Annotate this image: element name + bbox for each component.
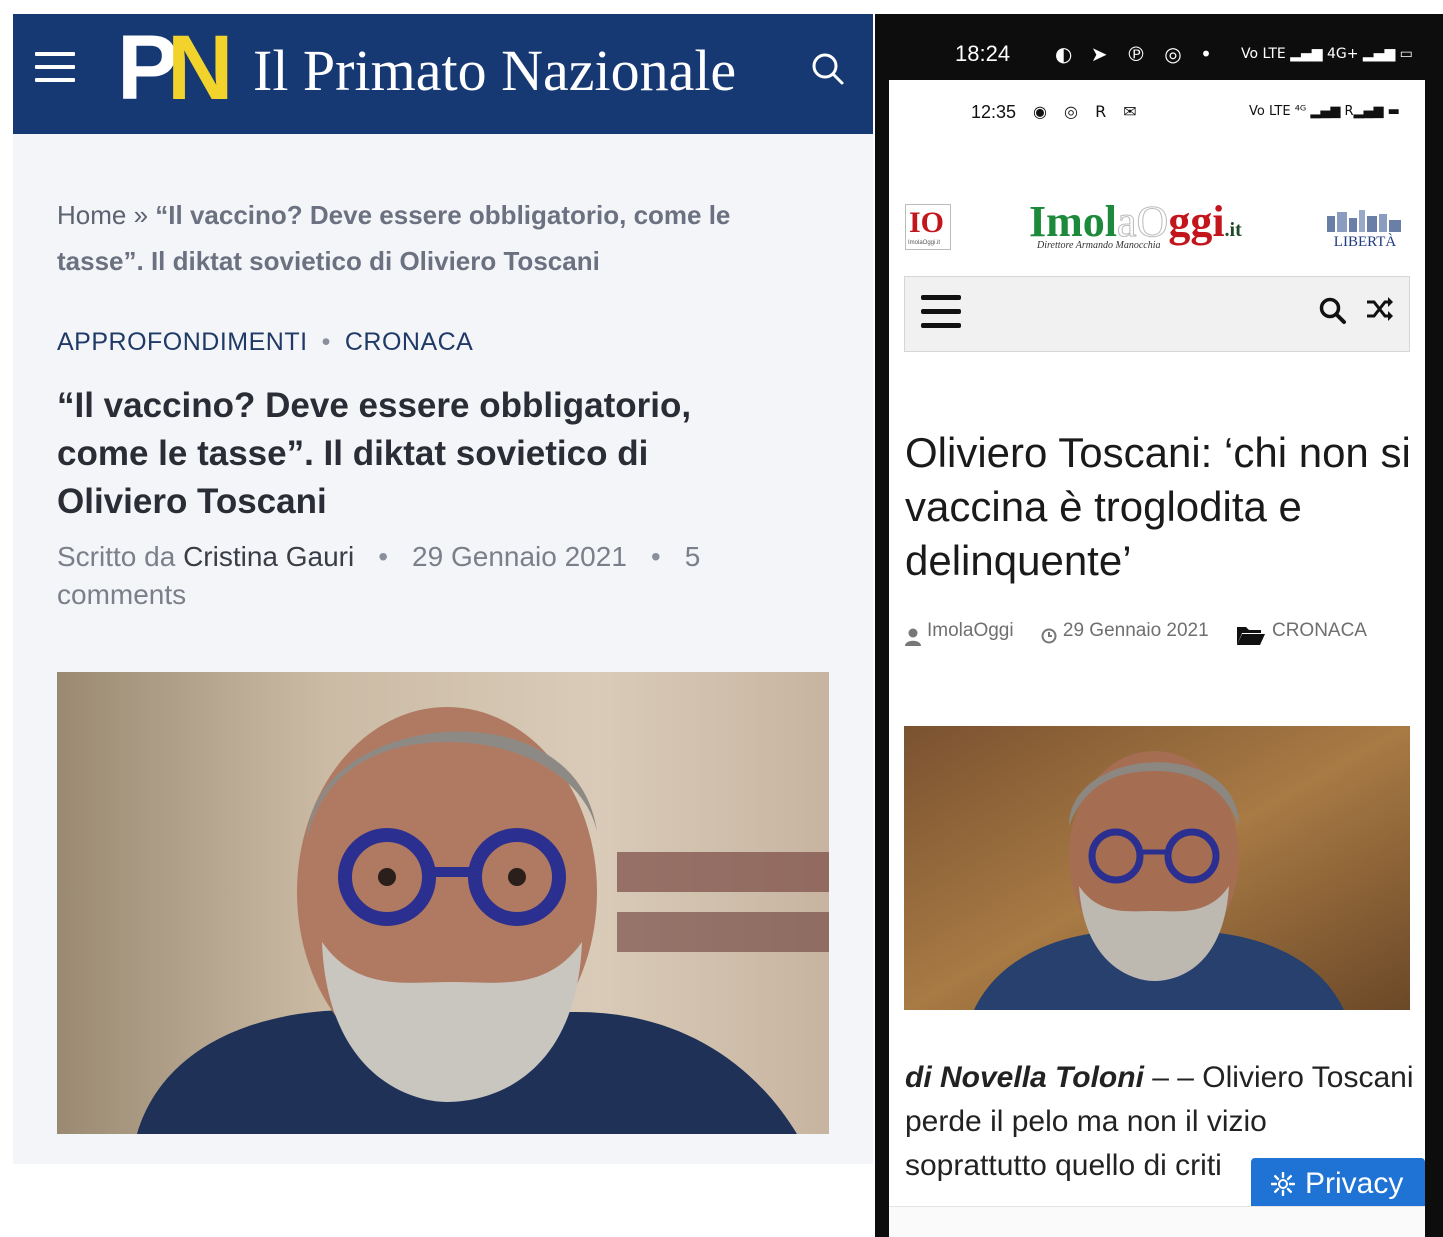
article-headline: “Il vaccino? Deve essere obbligatorio, c… (57, 386, 692, 521)
browser-screen: 12:35 ◉ ◎ R ✉ Vo LTE ⁴ᴳ ▂▄▆ R▂▄▆ ▬ IO Im… (889, 80, 1425, 1237)
site-logo[interactable]: P N (117, 17, 235, 119)
article-headline: Oliviero Toscani: ‘chi non si vaccina è … (905, 429, 1411, 584)
gear-icon (1271, 1172, 1295, 1196)
privacy-button[interactable]: Privacy (1251, 1158, 1425, 1210)
menu-icon[interactable] (921, 295, 961, 331)
meta-date: 29 Gennaio 2021 (1062, 620, 1209, 641)
category-list: APPROFONDIMENTI • CRONACA (57, 322, 473, 362)
meta-separator: • (650, 541, 661, 572)
breadcrumb-home[interactable]: Home (57, 200, 126, 230)
user-icon (905, 628, 921, 646)
breadcrumb-separator: » (133, 200, 149, 230)
author-link[interactable]: Cristina Gauri (183, 541, 354, 572)
site-header: P N Il Primato Nazionale (13, 14, 873, 134)
logo-tagline: Direttore Armando Manocchia (1037, 240, 1161, 251)
article-meta: ImolaOggi 29 Gennaio 2021 CRONACA (905, 616, 1415, 656)
status-time: 18:24 (955, 41, 1011, 66)
search-icon[interactable] (1319, 297, 1347, 325)
primato-nazionale-screenshot: P N Il Primato Nazionale Home » “Il vacc… (13, 14, 873, 1164)
folder-icon (1236, 627, 1265, 645)
meta-category[interactable]: CRONACA (1272, 616, 1367, 646)
byline: di Novella Toloni (905, 1061, 1144, 1094)
clock-icon (1041, 628, 1057, 644)
menu-icon[interactable] (35, 52, 75, 86)
breadcrumb: Home » “Il vaccino? Deve essere obbligat… (57, 192, 777, 284)
logo-letter-n: N (167, 17, 233, 119)
article-photo (57, 672, 829, 1134)
piazza-liberta-logo[interactable]: LIBERTÀ (1321, 208, 1409, 248)
meta-author[interactable]: ImolaOggi (927, 616, 1014, 646)
logo-it: .it (1224, 219, 1242, 241)
privacy-label: Privacy (1305, 1167, 1404, 1200)
inner-status-time: 12:35 (971, 102, 1017, 122)
status-bar: 18:24 ◐ ➤ ℗ ◎ • Vo LTE ▂▄▆ 4G+ ▂▄▆ ▭ (875, 14, 1443, 80)
breadcrumb-current: “Il vaccino? Deve essere obbligatorio, c… (57, 200, 731, 276)
logo-ggi: ggi (1168, 197, 1225, 246)
inner-status-bar: 12:35 ◉ ◎ R ✉ Vo LTE ⁴ᴳ ▂▄▆ R▂▄▆ ▬ (889, 80, 1425, 140)
status-notification-icons: ◐ ➤ ℗ ◎ • (1055, 42, 1218, 66)
category-link[interactable]: APPROFONDIMENTI (57, 328, 308, 356)
io-badge-logo[interactable]: IO ImolaOggi.it (905, 204, 951, 250)
article-date: 29 Gennaio 2021 (412, 541, 627, 572)
category-separator: • (321, 328, 331, 356)
phone-screenshot: 18:24 ◐ ➤ ℗ ◎ • Vo LTE ▂▄▆ 4G+ ▂▄▆ ▭ 12:… (875, 14, 1443, 1237)
piazza-label: LIBERTÀ (1334, 233, 1397, 248)
category-link[interactable]: CRONACA (345, 328, 474, 356)
site-title[interactable]: Il Primato Nazionale (253, 36, 736, 106)
imolaoggi-logo[interactable]: ImolaOggi.it Direttore Armando Manocchia (1029, 196, 1269, 256)
written-by-label: Scritto da (57, 541, 176, 572)
io-badge-label: IO (909, 206, 945, 239)
nav-bar (904, 276, 1410, 352)
article-photo (904, 726, 1410, 1010)
io-badge-small: ImolaOggi.it (908, 240, 941, 246)
logo-o: O (1136, 197, 1169, 247)
inner-notification-icons: ◉ ◎ R ✉ (1033, 102, 1143, 121)
logo-imol: Imol (1029, 197, 1117, 246)
meta-separator: • (378, 541, 389, 572)
article-meta: Scritto da Cristina Gauri • 29 Gennaio 202… (57, 538, 817, 614)
logo-letter-p: P (117, 17, 178, 119)
shuffle-icon[interactable] (1365, 295, 1395, 323)
logo-a: a (1117, 197, 1138, 247)
android-nav-bar (889, 1206, 1425, 1237)
inner-signal-battery: Vo LTE ⁴ᴳ ▂▄▆ R▂▄▆ ▬ (1249, 104, 1400, 119)
status-signal-battery: Vo LTE ▂▄▆ 4G+ ▂▄▆ ▭ (1241, 46, 1413, 62)
search-icon[interactable] (811, 52, 845, 86)
